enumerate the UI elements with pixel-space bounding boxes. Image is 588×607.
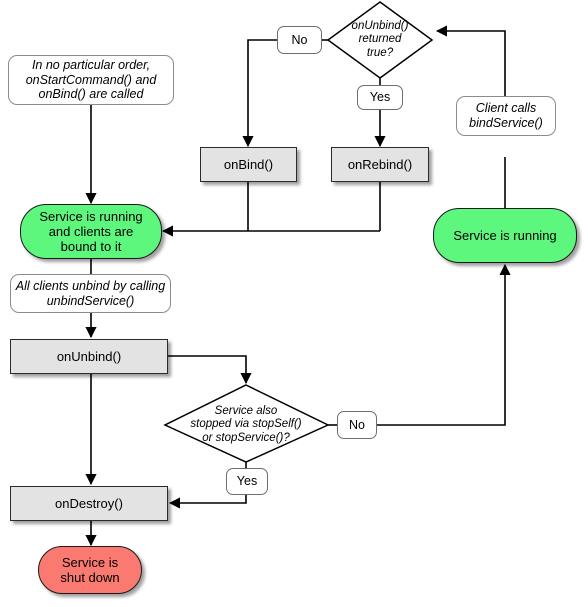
state-running[interactable]: Service is running bbox=[433, 208, 577, 263]
decision-stopped-via-stopself-text: Service also stopped via stopSelf() or s… bbox=[190, 404, 302, 444]
state-running-text: Service is running bbox=[453, 227, 557, 243]
process-ondestroy[interactable]: onDestroy() bbox=[10, 486, 168, 521]
state-running-and-bound[interactable]: Service is running and clients are bound… bbox=[20, 204, 162, 259]
branch-label-no-top-text: No bbox=[291, 32, 308, 47]
edge-onunbind-to-decision2 bbox=[168, 355, 252, 385]
note-start-text: In no particular order, onStartCommand()… bbox=[25, 57, 157, 102]
process-onrebind-text: onRebind() bbox=[347, 156, 413, 172]
branch-label-yes-top-text: Yes bbox=[369, 90, 391, 105]
branch-label-no-bottom: No bbox=[337, 411, 377, 439]
process-onrebind[interactable]: onRebind() bbox=[331, 147, 429, 182]
state-shut-down[interactable]: Service is shut down bbox=[38, 546, 142, 594]
process-onbind[interactable]: onBind() bbox=[200, 147, 297, 182]
note-all-clients-unbind-text: All clients unbind by calling unbindServ… bbox=[15, 278, 166, 308]
note-all-clients-unbind: All clients unbind by calling unbindServ… bbox=[10, 274, 171, 313]
note-client-calls-bindservice: Client calls bindService() bbox=[456, 96, 556, 136]
note-client-calls-bindservice-text: Client calls bindService() bbox=[469, 101, 543, 130]
decision-unbind-returned-true-text: onUnbind() returned true? bbox=[351, 19, 409, 59]
flowchart-canvas: In no particular order, onStartCommand()… bbox=[0, 0, 588, 607]
branch-label-no-top: No bbox=[277, 26, 322, 54]
process-ondestroy-text: onDestroy() bbox=[55, 495, 123, 511]
note-start: In no particular order, onStartCommand()… bbox=[8, 55, 174, 105]
state-running-and-bound-text: Service is running and clients are bound… bbox=[39, 208, 143, 255]
process-onunbind-text: onUnbind() bbox=[56, 348, 122, 364]
branch-label-no-bottom-text: No bbox=[349, 417, 365, 432]
edge-no-to-onbind bbox=[242, 39, 277, 148]
decision-stopped-via-stopself[interactable]: Service also stopped via stopSelf() or s… bbox=[176, 400, 316, 450]
branch-label-yes-top: Yes bbox=[357, 85, 403, 110]
edge-no-to-running bbox=[376, 263, 511, 426]
process-onunbind[interactable]: onUnbind() bbox=[10, 339, 168, 374]
decision-unbind-returned-true[interactable]: onUnbind() returned true? bbox=[332, 14, 428, 66]
branch-label-yes-bottom-text: Yes bbox=[236, 474, 258, 489]
edge-yes-to-ondestroy bbox=[168, 495, 247, 509]
process-onbind-text: onBind() bbox=[223, 156, 274, 172]
state-shut-down-text: Service is shut down bbox=[60, 554, 120, 585]
branch-label-yes-bottom: Yes bbox=[226, 468, 268, 495]
